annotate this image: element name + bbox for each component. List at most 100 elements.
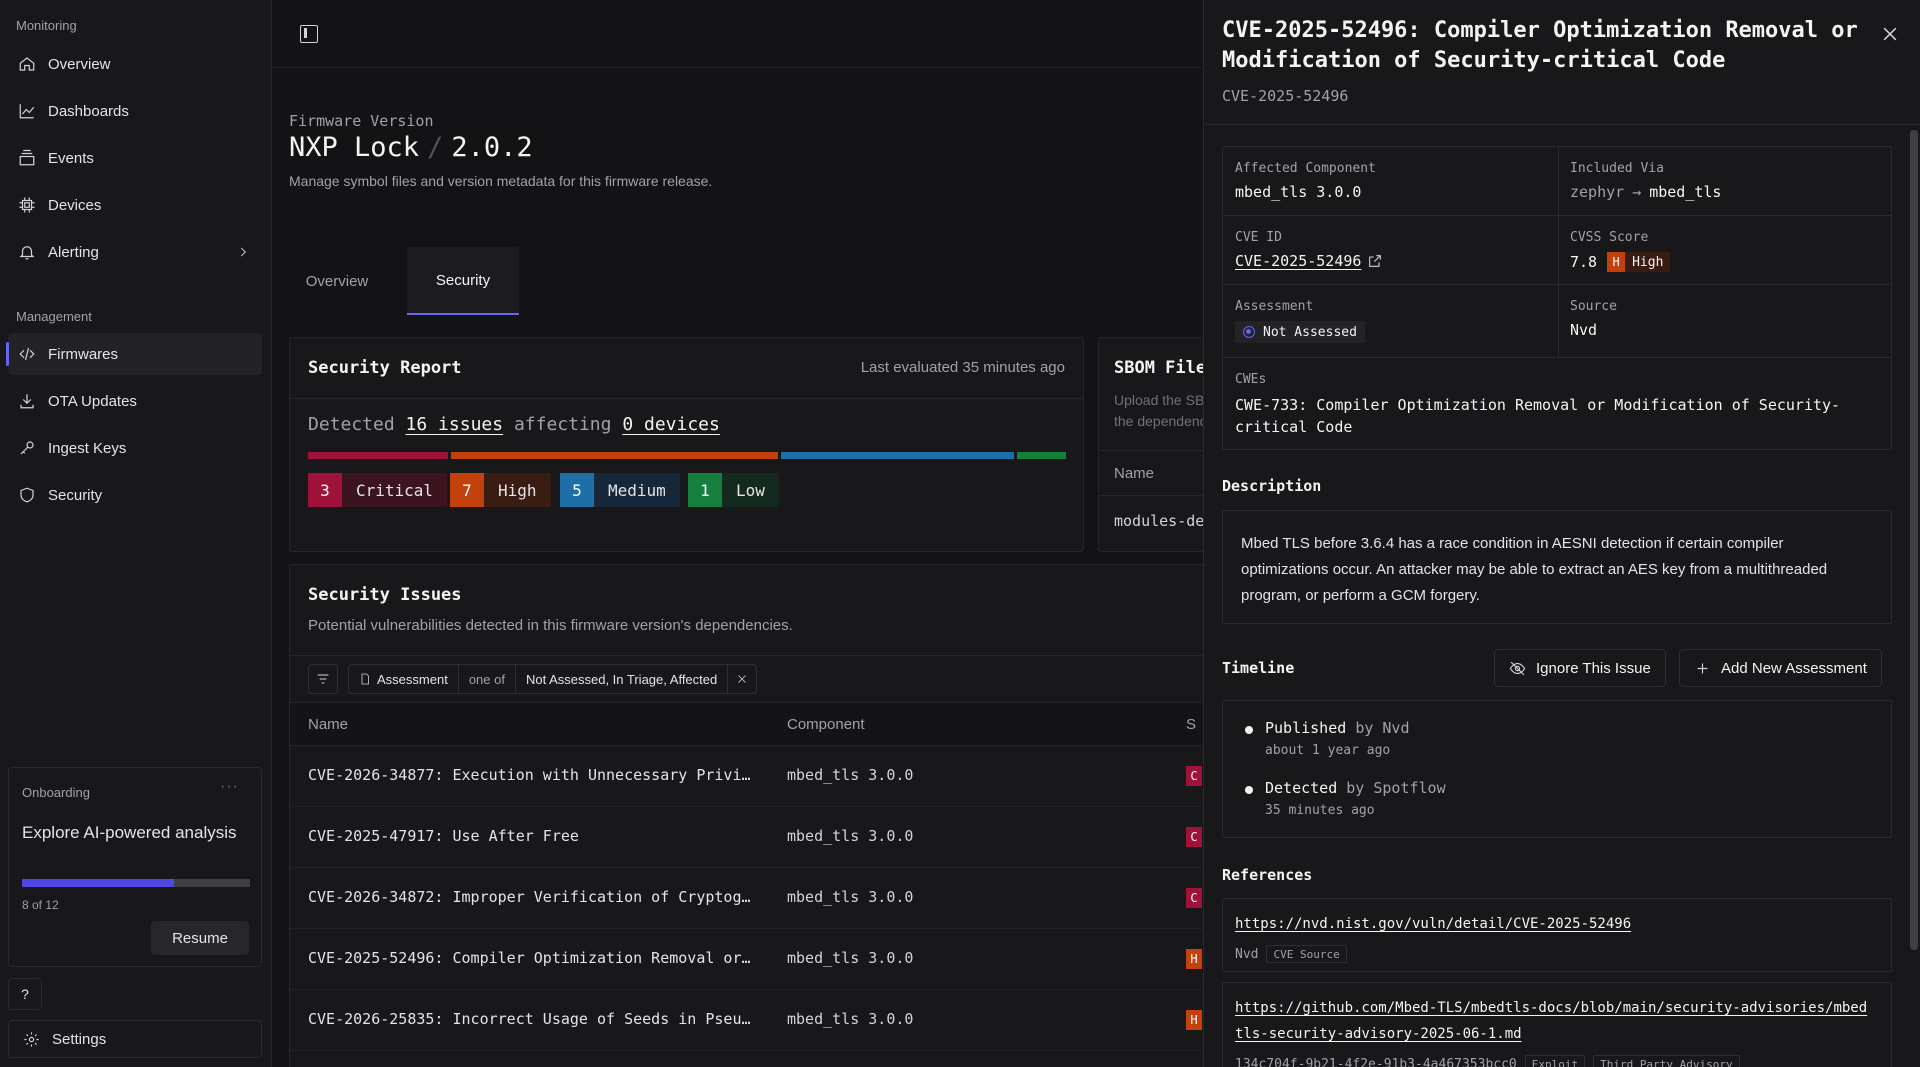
affected-component-value: mbed_tls 3.0.0 xyxy=(1235,183,1362,201)
reference-link[interactable]: https://nvd.nist.gov/vuln/detail/CVE-202… xyxy=(1235,911,1875,937)
key-icon xyxy=(20,441,34,455)
table-row[interactable]: CVE-2025-47917: Use After Free mbed_tls 3… xyxy=(290,807,1203,868)
cvss-score: 7.8 xyxy=(1570,253,1598,271)
filter-value[interactable]: Not Assessed, In Triage, Affected xyxy=(516,665,729,693)
ignore-issue-button[interactable]: Ignore This Issue xyxy=(1494,649,1666,687)
sidebar-item-devices[interactable]: Devices xyxy=(8,184,262,226)
sidebar-item-security[interactable]: Security xyxy=(8,474,262,516)
included-via-label: Included Via xyxy=(1570,161,1664,176)
high-chip[interactable]: 7 High xyxy=(450,473,551,507)
timeline-time: 35 minutes ago xyxy=(1265,803,1375,818)
external-link-icon[interactable] xyxy=(1367,253,1383,269)
critical-chip[interactable]: 3 Critical xyxy=(308,473,448,507)
issues-link[interactable]: 16 issues xyxy=(406,414,504,435)
help-button[interactable]: ? xyxy=(8,978,42,1010)
issue-component: mbed_tls 3.0.0 xyxy=(787,1010,914,1028)
more-icon[interactable]: ··· xyxy=(220,778,239,796)
table-row[interactable]: CVE-2026-34877: Execution with Unnecessa… xyxy=(290,746,1203,807)
sidebar-item-dashboards[interactable]: Dashboards xyxy=(8,90,262,132)
add-assessment-label: Add New Assessment xyxy=(1721,659,1867,677)
filter-field-label: Assessment xyxy=(377,671,448,687)
shield-icon xyxy=(20,487,34,503)
sidebar-item-alerting[interactable]: Alerting xyxy=(8,231,262,273)
settings-button[interactable]: Settings xyxy=(8,1020,262,1058)
devices-link[interactable]: 0 devices xyxy=(622,414,720,435)
reference-link[interactable]: https://github.com/Mbed-TLS/mbedtls-docs… xyxy=(1235,995,1875,1047)
sidebar: Monitoring Overview Dashboards Events De… xyxy=(0,0,272,1067)
filter-field[interactable]: Assessment xyxy=(349,665,459,693)
onboarding-headline: Explore AI-powered analysis xyxy=(22,823,237,842)
sidebar-item-label: Firmwares xyxy=(48,345,118,363)
timeline-time: about 1 year ago xyxy=(1265,743,1391,758)
reference-item: https://nvd.nist.gov/vuln/detail/CVE-202… xyxy=(1222,898,1892,972)
security-report-title: Security Report xyxy=(308,358,462,378)
affected-component-label: Affected Component xyxy=(1235,161,1376,176)
detected-summary: Detected 16 issues affecting 0 devices xyxy=(308,414,720,435)
sidebar-item-label: Dashboards xyxy=(48,102,129,120)
version-number: 2.0.2 xyxy=(451,132,533,163)
home-icon xyxy=(19,57,35,71)
issue-component: mbed_tls 3.0.0 xyxy=(787,766,914,784)
table-row[interactable]: CVE-2026-25835: Incorrect Usage of Seeds… xyxy=(290,990,1203,1051)
sidebar-item-ingest-keys[interactable]: Ingest Keys xyxy=(8,427,262,469)
tab-security[interactable]: Security xyxy=(407,247,519,315)
severity-badge: H xyxy=(1186,949,1202,969)
resume-button[interactable]: Resume xyxy=(151,921,249,955)
medium-chip[interactable]: 5 Medium xyxy=(560,473,680,507)
filter-operator[interactable]: one of xyxy=(459,665,516,693)
reference-meta: 134c704f-9b21-4f2e-91b3-4a467353bcc0 Exp… xyxy=(1235,1055,1740,1067)
reference-source: 134c704f-9b21-4f2e-91b3-4a467353bcc0 xyxy=(1235,1056,1517,1067)
references-heading: References xyxy=(1222,866,1313,884)
timeline-actor: by Nvd xyxy=(1355,719,1410,737)
critical-bar xyxy=(308,452,448,459)
sidebar-item-ota-updates[interactable]: OTA Updates xyxy=(8,380,262,422)
cve-id-value[interactable]: CVE-2025-52496 xyxy=(1235,252,1361,270)
description-heading: Description xyxy=(1222,477,1322,495)
sbom-title: SBOM Files xyxy=(1114,358,1203,378)
timeline-item: Detected by Spotflow 35 minutes ago xyxy=(1245,779,1446,818)
remove-filter-button[interactable] xyxy=(728,665,756,693)
cwes-value: CWE-733: Compiler Optimization Removal o… xyxy=(1235,396,1841,436)
timeline-item: Published by Nvd about 1 year ago xyxy=(1245,719,1410,758)
medium-bar xyxy=(781,452,1014,459)
issue-name: CVE-2025-52496: Compiler Optimization Re… xyxy=(308,949,751,967)
source-label: Source xyxy=(1570,299,1617,314)
settings-label: Settings xyxy=(52,1030,107,1048)
cve-id-label: CVE ID xyxy=(1235,230,1282,245)
sidebar-item-firmwares[interactable]: Firmwares xyxy=(6,333,262,375)
table-row[interactable]: CVE-2026-34872: Improper Verification of… xyxy=(290,868,1203,929)
ignore-issue-label: Ignore This Issue xyxy=(1536,659,1651,677)
issue-component: mbed_tls 3.0.0 xyxy=(787,827,914,845)
column-name[interactable]: Name xyxy=(308,702,348,746)
status-dot-icon xyxy=(1243,326,1255,338)
arrow-right-icon: → xyxy=(1632,183,1642,201)
add-assessment-button[interactable]: Add New Assessment xyxy=(1679,649,1882,687)
low-count: 1 xyxy=(688,473,722,507)
scrollbar[interactable] xyxy=(1910,130,1918,950)
close-drawer-button[interactable] xyxy=(1880,24,1900,44)
code-icon xyxy=(19,347,35,361)
low-chip[interactable]: 1 Low xyxy=(688,473,779,507)
cve-id-link[interactable]: CVE-2025-52496 xyxy=(1235,252,1383,270)
sidebar-item-label: OTA Updates xyxy=(48,392,137,410)
reference-source: Nvd xyxy=(1235,946,1259,962)
issue-name: CVE-2026-34877: Execution with Unnecessa… xyxy=(308,766,751,784)
table-row[interactable]: CVE-2025-52496: Compiler Optimization Re… xyxy=(290,929,1203,990)
chip-icon xyxy=(19,197,35,213)
assessment-filter-chip[interactable]: Assessment one of Not Assessed, In Triag… xyxy=(348,664,758,694)
tab-overview[interactable]: Overview xyxy=(289,247,385,315)
assessment-status-badge[interactable]: Not Assessed xyxy=(1235,321,1365,343)
low-bar xyxy=(1017,452,1066,459)
sidebar-item-events[interactable]: Events xyxy=(8,137,262,179)
plus-icon xyxy=(1697,663,1708,673)
filter-button[interactable] xyxy=(308,664,338,694)
detected-prefix: Detected xyxy=(308,414,395,435)
column-severity[interactable]: S xyxy=(1186,702,1196,746)
sidebar-toggle-icon[interactable] xyxy=(300,25,318,43)
page-title: NXP Lock/2.0.2 xyxy=(289,132,533,163)
sidebar-item-overview[interactable]: Overview xyxy=(8,43,262,85)
column-component[interactable]: Component xyxy=(787,702,865,746)
sbom-file-row[interactable]: modules-dependencies xyxy=(1114,512,1203,530)
onboarding-title: Onboarding xyxy=(22,785,90,800)
source-value: Nvd xyxy=(1570,321,1598,339)
